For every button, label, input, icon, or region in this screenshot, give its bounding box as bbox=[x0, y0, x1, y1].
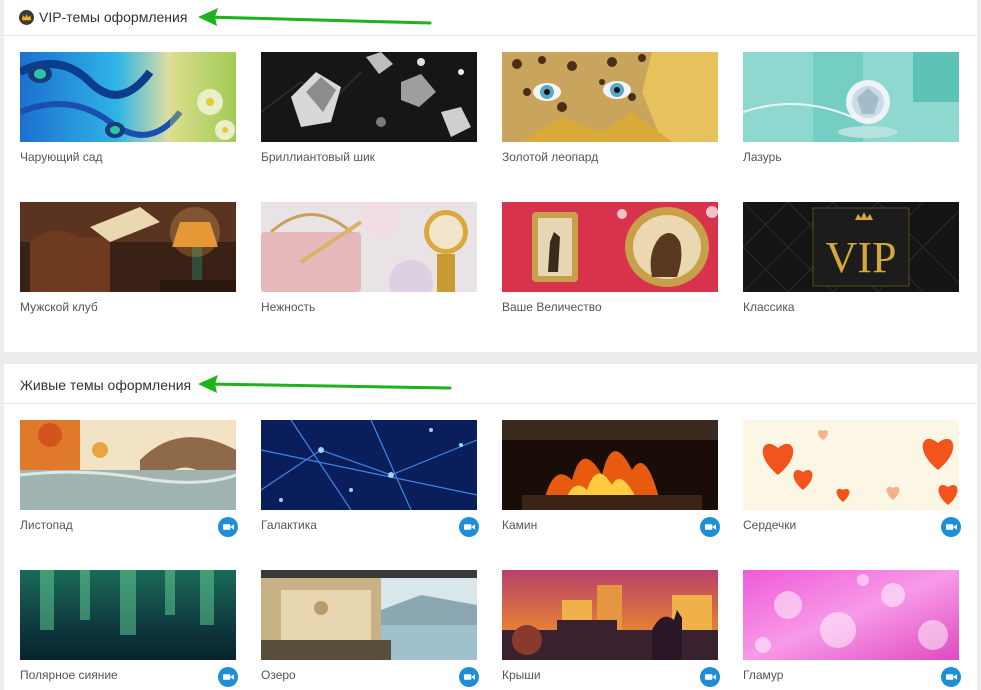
theme-label[interactable]: Лазурь bbox=[743, 150, 782, 164]
theme-label[interactable]: Озеро bbox=[261, 668, 296, 682]
vip-section-header: VIP-темы оформления bbox=[4, 0, 977, 36]
theme-label[interactable]: Камин bbox=[502, 518, 537, 532]
video-camera-icon[interactable] bbox=[941, 517, 961, 537]
theme-thumbnail[interactable] bbox=[502, 202, 718, 292]
theme-label[interactable]: Ваше Величество bbox=[502, 300, 602, 314]
theme-label[interactable]: Золотой леопард bbox=[502, 150, 598, 164]
theme-label[interactable]: Классика bbox=[743, 300, 795, 314]
theme-thumbnail[interactable] bbox=[261, 570, 477, 660]
theme-thumbnail[interactable] bbox=[261, 52, 477, 142]
theme-thumbnail[interactable] bbox=[502, 420, 718, 510]
annotation-arrow bbox=[198, 8, 432, 26]
vip-section-title: VIP-темы оформления bbox=[19, 8, 188, 26]
vip-section-title-text: VIP-темы оформления bbox=[39, 9, 188, 25]
video-camera-icon[interactable] bbox=[941, 667, 961, 687]
theme-thumbnail[interactable] bbox=[502, 52, 718, 142]
theme-label[interactable]: Чарующий сад bbox=[20, 150, 103, 164]
theme-thumbnail[interactable] bbox=[743, 420, 959, 510]
theme-label[interactable]: Крыши bbox=[502, 668, 541, 682]
theme-label[interactable]: Нежность bbox=[261, 300, 315, 314]
theme-thumbnail[interactable] bbox=[20, 202, 236, 292]
theme-label[interactable]: Мужской клуб bbox=[20, 300, 98, 314]
theme-thumbnail[interactable] bbox=[743, 52, 959, 142]
live-themes-section: Живые темы оформления Листопад Галактика… bbox=[4, 364, 977, 690]
theme-label[interactable]: Галактика bbox=[261, 518, 317, 532]
theme-thumbnail[interactable] bbox=[20, 52, 236, 142]
live-section-header: Живые темы оформления bbox=[4, 364, 977, 404]
theme-thumbnail[interactable]: VIP bbox=[743, 202, 959, 292]
theme-thumbnail[interactable] bbox=[261, 420, 477, 510]
theme-thumbnail[interactable] bbox=[743, 570, 959, 660]
video-camera-icon[interactable] bbox=[700, 667, 720, 687]
theme-thumbnail[interactable] bbox=[502, 570, 718, 660]
theme-label[interactable]: Сердечки bbox=[743, 518, 796, 532]
theme-label[interactable]: Бриллиантовый шик bbox=[261, 150, 375, 164]
crown-icon bbox=[19, 9, 34, 25]
video-camera-icon[interactable] bbox=[700, 517, 720, 537]
theme-thumbnail[interactable] bbox=[261, 202, 477, 292]
video-camera-icon[interactable] bbox=[218, 667, 238, 687]
video-camera-icon[interactable] bbox=[459, 667, 479, 687]
vip-themes-section: VIP-темы оформления Чарующий сад Бриллиа… bbox=[4, 0, 977, 352]
theme-thumbnail[interactable] bbox=[20, 420, 236, 510]
video-camera-icon[interactable] bbox=[459, 517, 479, 537]
theme-thumbnail[interactable] bbox=[20, 570, 236, 660]
theme-label[interactable]: Гламур bbox=[743, 668, 783, 682]
live-section-title: Живые темы оформления bbox=[20, 377, 192, 393]
theme-label[interactable]: Листопад bbox=[20, 518, 73, 532]
theme-label[interactable]: Полярное сияние bbox=[20, 668, 118, 682]
svg-text:VIP: VIP bbox=[826, 233, 897, 282]
annotation-arrow bbox=[198, 375, 452, 393]
video-camera-icon[interactable] bbox=[218, 517, 238, 537]
